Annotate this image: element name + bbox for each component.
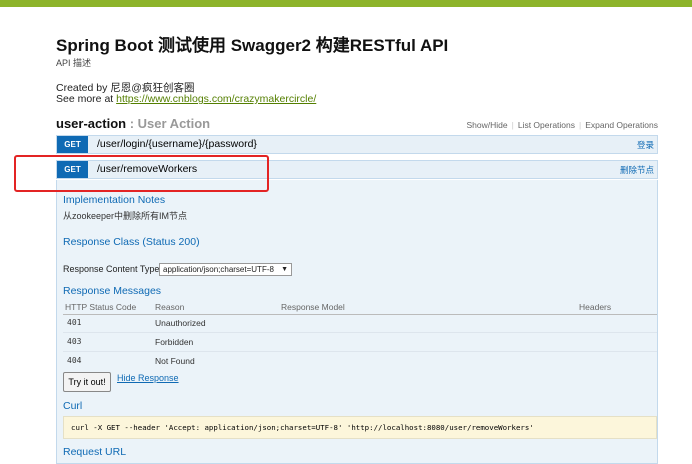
resource-heading[interactable]: user-action : User Action: [56, 116, 210, 131]
curl-heading: Curl: [63, 400, 83, 412]
operation-details: Implementation Notes 从zookeeper中删除所有IM节点…: [56, 180, 658, 464]
status-code: 403: [67, 337, 82, 346]
status-code: 404: [67, 356, 82, 365]
resource-header: user-action : User Action Show/Hide | List…: [56, 116, 658, 134]
resource-separator: :: [126, 116, 138, 131]
table-row: 404 Not Found: [63, 352, 657, 371]
resource-description: User Action: [137, 116, 211, 131]
response-content-type-label: Response Content Type: [63, 264, 160, 274]
table-row: 403 Forbidden: [63, 333, 657, 352]
status-code: 401: [67, 318, 82, 327]
response-messages-heading: Response Messages: [63, 285, 162, 297]
response-content-type-select[interactable]: application/json;charset=UTF-8 ▼: [159, 263, 292, 276]
resource-options: Show/Hide | List Operations | Expand Operati…: [467, 120, 659, 130]
divider: |: [579, 120, 582, 130]
expand-operations-link[interactable]: Expand Operations: [585, 120, 658, 130]
table-row: 401 Unauthorized: [63, 314, 657, 333]
implementation-notes-text: 从zookeeper中删除所有IM节点: [63, 211, 188, 221]
see-more: See more at https://www.cnblogs.com/craz…: [56, 93, 316, 105]
reason: Forbidden: [155, 337, 194, 347]
see-more-link[interactable]: https://www.cnblogs.com/crazymakercircle…: [116, 93, 316, 105]
operation-summary[interactable]: 删除节点: [620, 164, 654, 176]
hide-response-link[interactable]: Hide Response: [117, 373, 179, 383]
annotation-highlight-box: [14, 155, 269, 192]
reason: Unauthorized: [155, 318, 206, 328]
column-header-status-code: HTTP Status Code: [65, 302, 137, 312]
response-content-type-value: application/json;charset=UTF-8: [163, 265, 274, 274]
divider: |: [511, 120, 514, 130]
column-header-response-model: Response Model: [281, 302, 345, 312]
brand-top-bar: [0, 0, 692, 7]
operation-login[interactable]: GET /user/login/{username}/{password} 登录: [56, 135, 658, 154]
response-class-heading: Response Class (Status 200): [63, 236, 200, 248]
api-title: Spring Boot 测试使用 Swagger2 构建RESTful API: [56, 36, 449, 55]
resource-name[interactable]: user-action: [56, 116, 126, 131]
column-header-reason: Reason: [155, 302, 185, 312]
list-operations-link[interactable]: List Operations: [518, 120, 575, 130]
dropdown-arrow-icon: ▼: [281, 266, 288, 273]
implementation-notes-heading: Implementation Notes: [63, 194, 166, 206]
api-description: API 描述: [56, 58, 92, 68]
show-hide-link[interactable]: Show/Hide: [467, 120, 508, 130]
operation-summary[interactable]: 登录: [637, 139, 654, 151]
curl-command[interactable]: curl -X GET --header 'Accept: applicatio…: [63, 416, 657, 439]
reason: Not Found: [155, 356, 195, 366]
http-method-badge[interactable]: GET: [57, 136, 88, 153]
column-header-headers: Headers: [579, 302, 612, 312]
operation-path[interactable]: /user/login/{username}/{password}: [97, 138, 257, 150]
see-more-prefix: See more at: [56, 93, 117, 105]
request-url-heading: Request URL: [63, 446, 127, 458]
try-it-out-button[interactable]: Try it out!: [63, 372, 111, 392]
